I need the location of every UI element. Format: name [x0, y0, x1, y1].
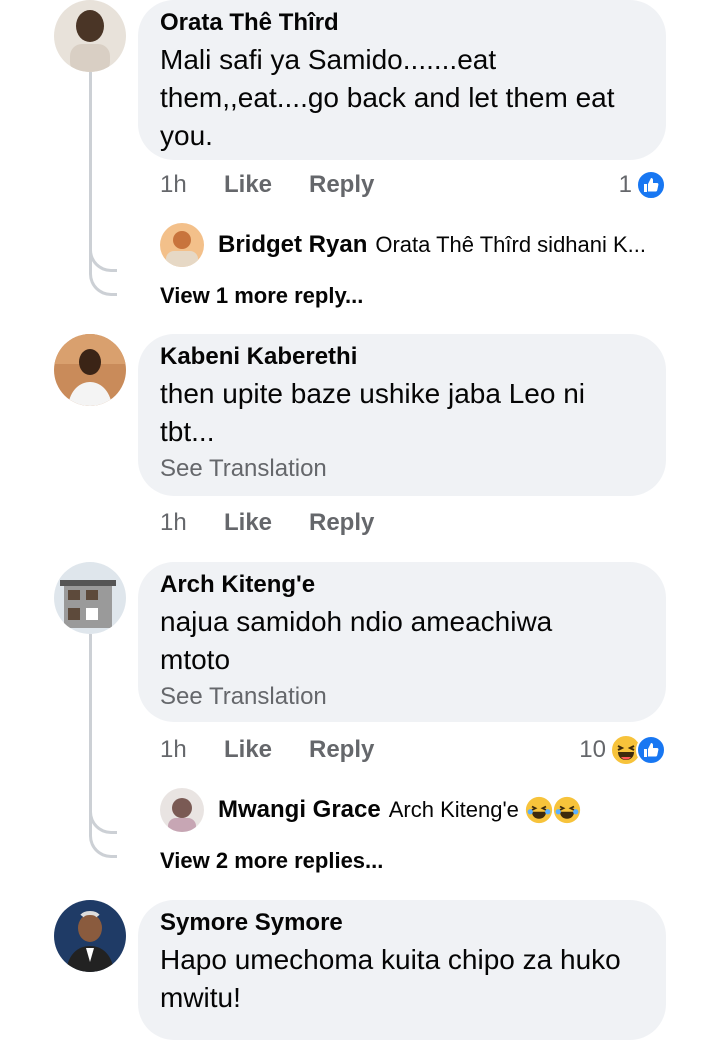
- reaction-summary[interactable]: 10: [579, 733, 666, 767]
- comment-text: najua samidoh ndio ameachiwa: [160, 606, 553, 637]
- avatar[interactable]: [54, 334, 126, 406]
- view-more-replies-link[interactable]: View 1 more reply...: [160, 280, 363, 312]
- reply-text: Orata Thê Thîrd sidhani K...: [375, 232, 647, 257]
- reply-connector: [89, 832, 117, 858]
- comment-bubble: Symore Symore Hapo umechoma kuita chipo …: [138, 900, 666, 1040]
- comment-text: then upite baze ushike jaba Leo ni: [160, 378, 585, 409]
- see-translation-link[interactable]: See Translation: [160, 680, 644, 714]
- comment-author[interactable]: Kabeni Kaberethi: [160, 340, 644, 374]
- like-icon: [636, 735, 666, 765]
- comment-author[interactable]: Symore Symore: [160, 906, 644, 940]
- avatar[interactable]: [160, 223, 204, 267]
- reply-connector: [89, 270, 117, 296]
- comment-text: tbt...: [160, 416, 215, 447]
- like-button[interactable]: Like: [224, 168, 272, 202]
- comment-timestamp: 1h: [160, 509, 187, 536]
- like-icon: [636, 170, 666, 200]
- comment-text: you.: [160, 120, 213, 151]
- comment-text: mwitu!: [160, 982, 241, 1013]
- like-button[interactable]: Like: [224, 733, 272, 767]
- reply-preview[interactable]: Bridget Ryan Orata Thê Thîrd sidhani K..…: [160, 222, 646, 268]
- comment-author[interactable]: Orata Thê Thîrd: [160, 6, 644, 40]
- reply-preview[interactable]: Mwangi Grace Arch Kiteng'e: [160, 787, 581, 833]
- comment-text: Mali safi ya Samido.......eat: [160, 44, 497, 75]
- haha-icon: [553, 796, 581, 824]
- comment-text: mtoto: [160, 644, 231, 675]
- view-more-replies-link[interactable]: View 2 more replies...: [160, 845, 383, 877]
- reply-button[interactable]: Reply: [309, 168, 374, 202]
- avatar[interactable]: [160, 788, 204, 832]
- reply-connector: [89, 808, 117, 834]
- comment-bubble: Arch Kiteng'e najua samidoh ndio ameachi…: [138, 562, 666, 722]
- comment-text: Hapo umechoma kuita chipo za huko: [160, 944, 621, 975]
- reply-button[interactable]: Reply: [309, 506, 374, 540]
- reply-author[interactable]: Mwangi Grace: [218, 796, 381, 824]
- reaction-count: 10: [579, 736, 606, 763]
- reaction-summary[interactable]: 1: [619, 168, 666, 202]
- comment-timestamp: 1h: [160, 171, 187, 198]
- thread-line: [89, 72, 92, 272]
- comment-bubble: Kabeni Kaberethi then upite baze ushike …: [138, 334, 666, 496]
- reply-author[interactable]: Bridget Ryan: [218, 231, 367, 259]
- reaction-count: 1: [618, 171, 632, 198]
- avatar[interactable]: [54, 562, 126, 634]
- comment-actions: 1h Like Reply: [160, 733, 460, 767]
- comment-author[interactable]: Arch Kiteng'e: [160, 568, 644, 602]
- comment-actions: 1h Like Reply: [160, 168, 665, 202]
- avatar[interactable]: [54, 900, 126, 972]
- reply-connector: [89, 246, 117, 272]
- comment-bubble: Orata Thê Thîrd Mali safi ya Samido.....…: [138, 0, 666, 160]
- haha-icon: [525, 796, 553, 824]
- comment-actions: 1h Like Reply: [160, 506, 460, 540]
- reply-button[interactable]: Reply: [309, 733, 374, 767]
- comment-text: them,,eat....go back and let them eat: [160, 82, 615, 113]
- like-button[interactable]: Like: [224, 506, 272, 540]
- reply-text: Arch Kiteng'e: [388, 797, 519, 822]
- thread-line: [89, 634, 92, 834]
- see-translation-link[interactable]: See Translation: [160, 452, 644, 486]
- avatar[interactable]: [54, 0, 126, 72]
- comment-timestamp: 1h: [160, 736, 187, 763]
